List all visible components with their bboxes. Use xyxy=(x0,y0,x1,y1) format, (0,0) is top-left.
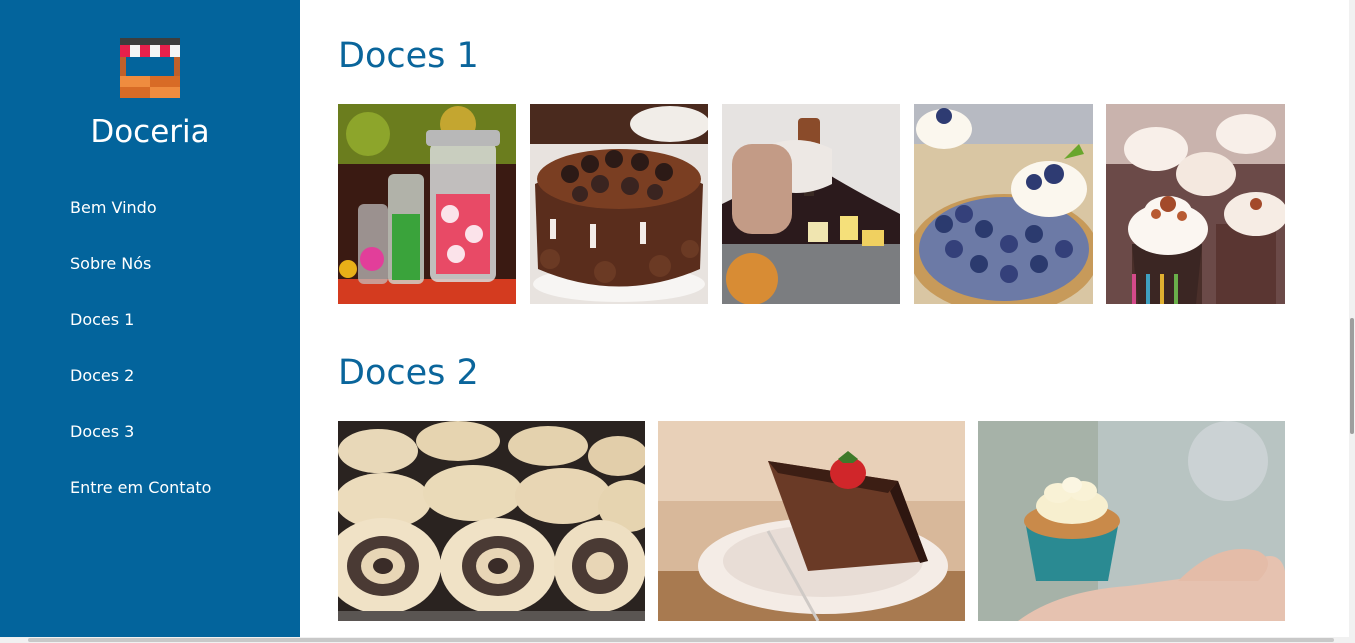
vertical-scrollbar[interactable] xyxy=(1349,0,1355,643)
page: Doceria Bem Vindo Sobre Nós Doces 1 Doce… xyxy=(0,0,1355,643)
nav-link-doces-1[interactable]: Doces 1 xyxy=(70,310,134,329)
photo-chocolate-cake-slice[interactable] xyxy=(658,421,965,621)
nav-item-doces-2: Doces 2 xyxy=(70,364,211,420)
photo-poppy-seed-rolls[interactable] xyxy=(338,421,645,621)
photo-candy-jars[interactable] xyxy=(338,104,516,304)
brand-title: Doceria xyxy=(90,114,210,150)
horizontal-scrollbar-thumb[interactable] xyxy=(28,638,1334,642)
photo-cupcake-in-hand[interactable] xyxy=(978,421,1285,621)
sidebar: Doceria Bem Vindo Sobre Nós Doces 1 Doce… xyxy=(0,0,300,643)
nav-item-doces-3: Doces 3 xyxy=(70,420,211,476)
nav-link-bem-vindo[interactable]: Bem Vindo xyxy=(70,198,157,217)
nav-item-doces-1: Doces 1 xyxy=(70,308,211,364)
photo-chef-chocolate[interactable] xyxy=(722,104,900,304)
vertical-scrollbar-thumb[interactable] xyxy=(1350,318,1354,434)
horizontal-scrollbar[interactable] xyxy=(0,637,1349,643)
photo-blueberry-tart[interactable] xyxy=(914,104,1093,304)
photo-chocolate-cake[interactable] xyxy=(530,104,708,304)
main-content: Doces 1 Doces 2 xyxy=(300,0,1349,643)
sidebar-nav: Bem Vindo Sobre Nós Doces 1 Doces 2 Doce… xyxy=(70,196,211,532)
section-title-doces-1: Doces 1 xyxy=(338,36,479,76)
nav-item-sobre-nos: Sobre Nós xyxy=(70,252,211,308)
nav-item-bem-vindo: Bem Vindo xyxy=(70,196,211,252)
nav-link-doces-2[interactable]: Doces 2 xyxy=(70,366,134,385)
nav-link-doces-3[interactable]: Doces 3 xyxy=(70,422,134,441)
nav-link-contato[interactable]: Entre em Contato xyxy=(70,478,211,497)
section-title-doces-2: Doces 2 xyxy=(338,353,479,393)
shop-logo-icon xyxy=(120,38,180,98)
photo-cupcakes[interactable] xyxy=(1106,104,1285,304)
nav-link-sobre-nos[interactable]: Sobre Nós xyxy=(70,254,151,273)
nav-item-contato: Entre em Contato xyxy=(70,476,211,532)
